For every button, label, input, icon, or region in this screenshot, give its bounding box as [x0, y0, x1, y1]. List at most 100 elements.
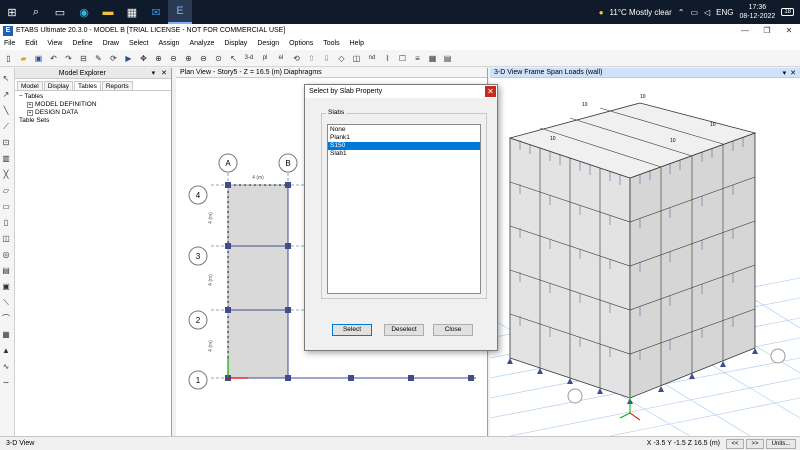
clock[interactable]: 17:36 08-12-2022 [740, 3, 776, 21]
draw-wall-icon[interactable]: ▯ [0, 216, 13, 229]
tree-expand-icon[interactable]: + [27, 102, 33, 108]
lock-icon[interactable]: ⊟ [77, 52, 90, 65]
close-button[interactable]: Close [433, 324, 473, 336]
rotate-icon[interactable]: ⟲ [290, 52, 303, 65]
draw-wall-stack-icon[interactable]: ▲ [0, 344, 13, 357]
joint[interactable] [408, 375, 414, 381]
draw-grid-icon[interactable]: ▤ [0, 264, 13, 277]
joint[interactable] [225, 243, 231, 249]
save-icon[interactable]: ▣ [32, 52, 45, 65]
forces-icon[interactable]: ≡ [411, 52, 424, 65]
move-down-icon[interactable]: ⇩ [320, 52, 333, 65]
minimize-icon[interactable]: — [734, 26, 756, 35]
draw-dimension-icon[interactable]: ◎ [0, 248, 13, 261]
panel-close-icon[interactable]: ✕ [161, 69, 167, 77]
redo-icon[interactable]: ↷ [62, 52, 75, 65]
list-item[interactable]: None [328, 126, 480, 134]
draw-floor-icon[interactable]: ▱ [0, 184, 13, 197]
next-view-button[interactable]: >> [746, 438, 764, 449]
zoom-in-icon[interactable]: ⊕ [182, 52, 195, 65]
tree-collapse-icon[interactable]: − [19, 93, 23, 100]
menu-options[interactable]: Options [289, 40, 313, 47]
pan-icon[interactable]: ✥ [137, 52, 150, 65]
list-item[interactable]: Slab1 [328, 150, 480, 158]
menu-tools[interactable]: Tools [323, 40, 339, 47]
language-indicator[interactable]: ENG [716, 8, 733, 17]
menu-file[interactable]: File [4, 40, 15, 47]
tree-item-model-definition[interactable]: + MODEL DEFINITION [19, 101, 167, 109]
volume-icon[interactable]: ◁ [704, 8, 710, 17]
zoom-window-icon[interactable]: ⊕ [152, 52, 165, 65]
close-window-icon[interactable]: ✕ [778, 26, 800, 35]
joint[interactable] [285, 243, 291, 249]
previous-view-button[interactable]: << [726, 438, 744, 449]
menu-analyze[interactable]: Analyze [189, 40, 214, 47]
draw-brace-icon[interactable]: ⟋ [0, 120, 13, 133]
joint[interactable] [285, 182, 291, 188]
select-pointer-icon[interactable]: ↖ [0, 72, 13, 85]
menu-display[interactable]: Display [224, 40, 247, 47]
tree-item-tables[interactable]: − Tables [19, 93, 167, 101]
menu-help[interactable]: Help [350, 40, 364, 47]
joint[interactable] [348, 375, 354, 381]
joint[interactable] [468, 375, 474, 381]
zoom-full-icon[interactable]: ⊙ [212, 52, 225, 65]
reshape-icon[interactable]: ↗ [0, 88, 13, 101]
units-button[interactable]: Units... [766, 438, 796, 449]
deselect-button[interactable]: Deselect [384, 324, 424, 336]
panel-menu-icon[interactable]: ▾ [152, 69, 156, 77]
menu-draw[interactable]: Draw [103, 40, 119, 47]
view-elevation-button[interactable]: el [274, 52, 288, 65]
pencil-icon[interactable]: ✎ [92, 52, 105, 65]
store-icon[interactable]: ▦ [120, 0, 144, 24]
draw-text-icon[interactable]: ∼ [0, 376, 13, 389]
draw-spring-icon[interactable]: ∿ [0, 360, 13, 373]
draw-line-icon[interactable]: ╲ [0, 104, 13, 117]
draw-rect-floor-icon[interactable]: ▭ [0, 200, 13, 213]
slab-panel[interactable] [227, 184, 289, 379]
3d-view-canvas[interactable]: 10 10 10 10 10 [489, 78, 800, 437]
perspective-icon[interactable]: ◇ [335, 52, 348, 65]
menu-select[interactable]: Select [129, 40, 148, 47]
notification-icon[interactable]: 18 [781, 8, 794, 16]
tree-expand-icon[interactable]: + [27, 110, 33, 116]
menu-define[interactable]: Define [72, 40, 92, 47]
draw-link-icon[interactable]: ⟍ [0, 296, 13, 309]
joint[interactable] [285, 375, 291, 381]
dialog-close-icon[interactable]: ✕ [485, 86, 496, 97]
menu-edit[interactable]: Edit [25, 40, 37, 47]
draw-tendon-icon[interactable]: ⌒ [0, 312, 13, 325]
chart-icon[interactable]: ▤ [441, 52, 454, 65]
zoom-out-icon[interactable]: ⊖ [197, 52, 210, 65]
building-face-right[interactable] [629, 132, 756, 399]
draw-section-icon[interactable]: ▣ [0, 280, 13, 293]
joint[interactable] [225, 182, 231, 188]
draw-opening-icon[interactable]: ◫ [0, 232, 13, 245]
mail-icon[interactable]: ✉ [144, 0, 168, 24]
task-view-icon[interactable]: ▭ [48, 0, 72, 24]
weather-icon[interactable]: ● [599, 8, 604, 17]
tab-model[interactable]: Model [17, 81, 43, 90]
node-button[interactable]: nd [365, 52, 379, 65]
menu-view[interactable]: View [47, 40, 62, 47]
refresh-icon[interactable]: ⟳ [107, 52, 120, 65]
draw-column-icon[interactable]: ▥ [0, 152, 13, 165]
draw-beam-icon[interactable]: ⊡ [0, 136, 13, 149]
view-close-icon[interactable]: ✕ [790, 69, 796, 77]
design-icon[interactable]: ▦ [426, 52, 439, 65]
tree-item-table-sets[interactable]: Table Sets [19, 117, 167, 125]
move-up-icon[interactable]: ⇧ [305, 52, 318, 65]
view-3d-button[interactable]: 3-d [242, 52, 256, 65]
list-item-selected[interactable]: S150 [328, 142, 480, 150]
joint[interactable] [225, 307, 231, 313]
file-explorer-icon[interactable]: ▬ [96, 0, 120, 24]
maximize-icon[interactable]: ❐ [756, 26, 778, 35]
pointer-icon[interactable]: ↖ [227, 52, 240, 65]
draw-xbrace-icon[interactable]: ╳ [0, 168, 13, 181]
menu-assign[interactable]: Assign [158, 40, 179, 47]
select-button[interactable]: Select [332, 324, 372, 336]
windows-start-icon[interactable]: ⊞ [0, 0, 24, 24]
run-analysis-icon[interactable]: ▶ [122, 52, 135, 65]
zoom-restore-icon[interactable]: ⊖ [167, 52, 180, 65]
tree-item-design-data[interactable]: + DESIGN DATA [19, 109, 167, 117]
